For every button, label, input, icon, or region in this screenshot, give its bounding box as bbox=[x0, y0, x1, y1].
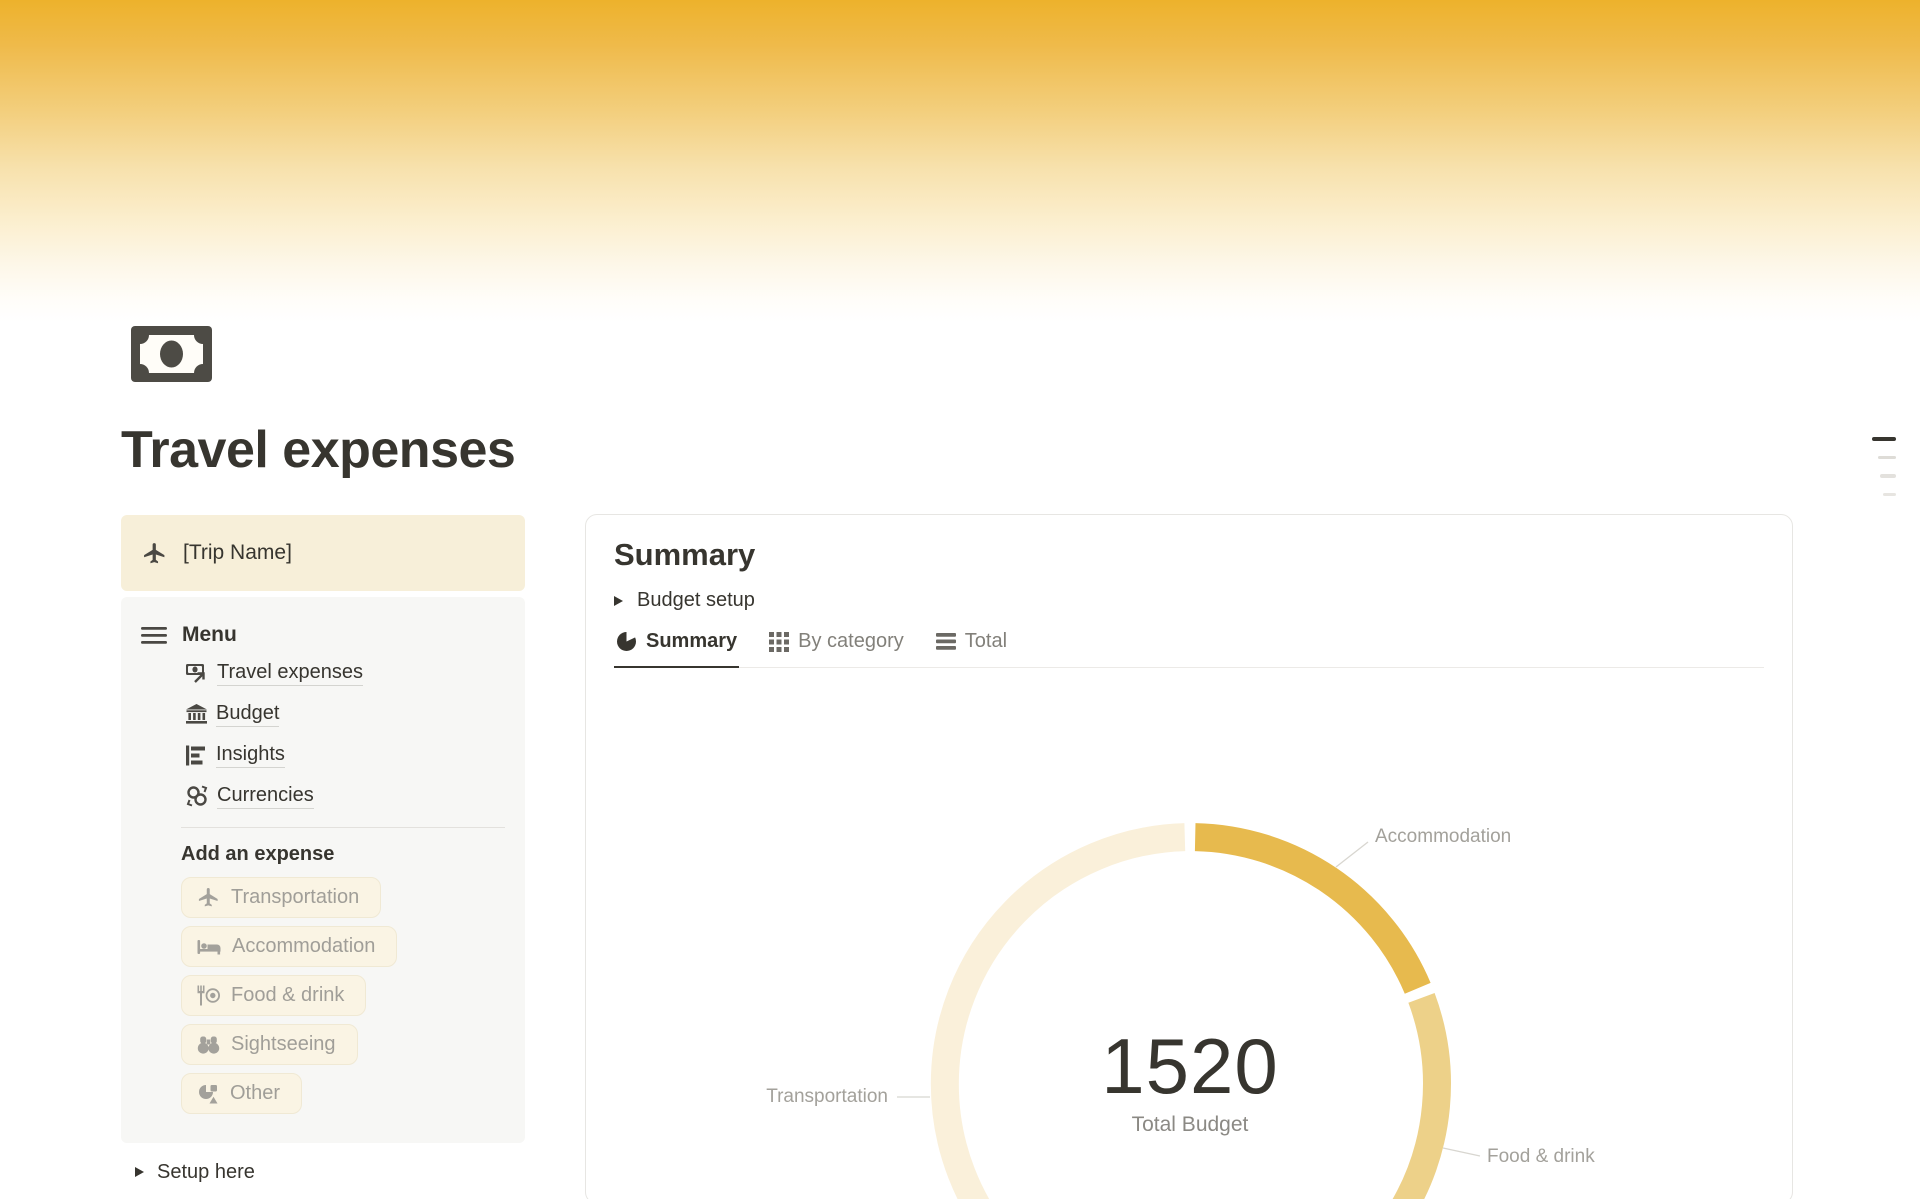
trip-name-callout: [Trip Name] bbox=[121, 515, 525, 591]
summary-card: Summary Budget setup Summary By category bbox=[585, 514, 1793, 1199]
card-title: Summary bbox=[614, 537, 1764, 573]
add-sightseeing-button[interactable]: Sightseeing bbox=[181, 1024, 358, 1065]
banknote-icon[interactable] bbox=[131, 326, 212, 382]
add-accommodation-button[interactable]: Accommodation bbox=[181, 926, 397, 967]
hamburger-icon bbox=[141, 626, 167, 645]
add-expense-title: Add an expense bbox=[181, 843, 505, 866]
donut-segment-food-drink[interactable] bbox=[1195, 998, 1437, 1199]
donut-segment-accommodation[interactable] bbox=[1195, 837, 1418, 988]
divider bbox=[181, 827, 505, 828]
total-budget-caption: Total Budget bbox=[1132, 1113, 1249, 1137]
toggle-setup-here[interactable]: Setup here bbox=[135, 1157, 525, 1187]
view-tabs: Summary By category Total bbox=[614, 630, 1764, 668]
binoculars-icon bbox=[197, 1035, 220, 1055]
rows-icon bbox=[936, 633, 956, 650]
page-title[interactable]: Travel expenses bbox=[121, 420, 515, 480]
table-of-contents-widget[interactable] bbox=[1872, 437, 1896, 496]
menu-link-currencies[interactable]: Currencies bbox=[186, 782, 505, 810]
donut-chart: 1520 Total Budget Accommodation Transpor… bbox=[586, 515, 1792, 1199]
money-transfer-icon bbox=[186, 662, 208, 684]
shapes-icon bbox=[197, 1083, 219, 1105]
grid-icon bbox=[769, 632, 789, 652]
toggle-triangle-icon bbox=[135, 1167, 144, 1177]
airplane-icon bbox=[142, 541, 167, 566]
bank-icon bbox=[186, 704, 207, 725]
segment-label-transportation: Transportation bbox=[766, 1086, 888, 1108]
pie-chart-icon bbox=[616, 631, 637, 652]
menu-title: Menu bbox=[182, 623, 237, 647]
menu-link-budget[interactable]: Budget bbox=[186, 700, 505, 728]
bar-chart-icon bbox=[186, 745, 207, 766]
segment-label-food-drink: Food & drink bbox=[1487, 1146, 1595, 1168]
toggle-budget-setup[interactable]: Budget setup bbox=[614, 589, 1764, 612]
sidebar: [Trip Name] Menu bbox=[121, 515, 525, 1199]
menu-callout: Menu Travel expenses bbox=[121, 597, 525, 1143]
cover-banner bbox=[0, 0, 1920, 322]
donut-arcs[interactable] bbox=[945, 837, 1437, 1199]
add-transportation-button[interactable]: Transportation bbox=[181, 877, 381, 918]
tab-total[interactable]: Total bbox=[934, 630, 1009, 668]
add-food-drink-button[interactable]: Food & drink bbox=[181, 975, 366, 1016]
tab-by-category[interactable]: By category bbox=[767, 630, 906, 668]
total-budget-value: 1520 bbox=[1101, 1021, 1279, 1112]
donut-segment-transportation[interactable] bbox=[945, 837, 1185, 1199]
trip-name-label: [Trip Name] bbox=[183, 541, 292, 565]
leader-line-food-drink bbox=[1443, 1148, 1480, 1156]
add-other-button[interactable]: Other bbox=[181, 1073, 302, 1114]
fork-plate-icon bbox=[197, 985, 220, 1006]
leader-line-accommodation bbox=[1336, 842, 1368, 867]
notion-page: Travel expenses [Trip Name] Menu bbox=[0, 0, 1920, 1199]
currency-exchange-icon bbox=[186, 785, 208, 807]
bed-icon bbox=[197, 937, 221, 957]
menu-link-travel-expenses[interactable]: Travel expenses bbox=[186, 659, 505, 687]
segment-label-accommodation: Accommodation bbox=[1375, 826, 1511, 848]
tab-summary[interactable]: Summary bbox=[614, 630, 739, 668]
toggle-triangle-icon bbox=[614, 596, 623, 606]
menu-link-insights[interactable]: Insights bbox=[186, 741, 505, 769]
airplane-icon bbox=[197, 886, 220, 909]
